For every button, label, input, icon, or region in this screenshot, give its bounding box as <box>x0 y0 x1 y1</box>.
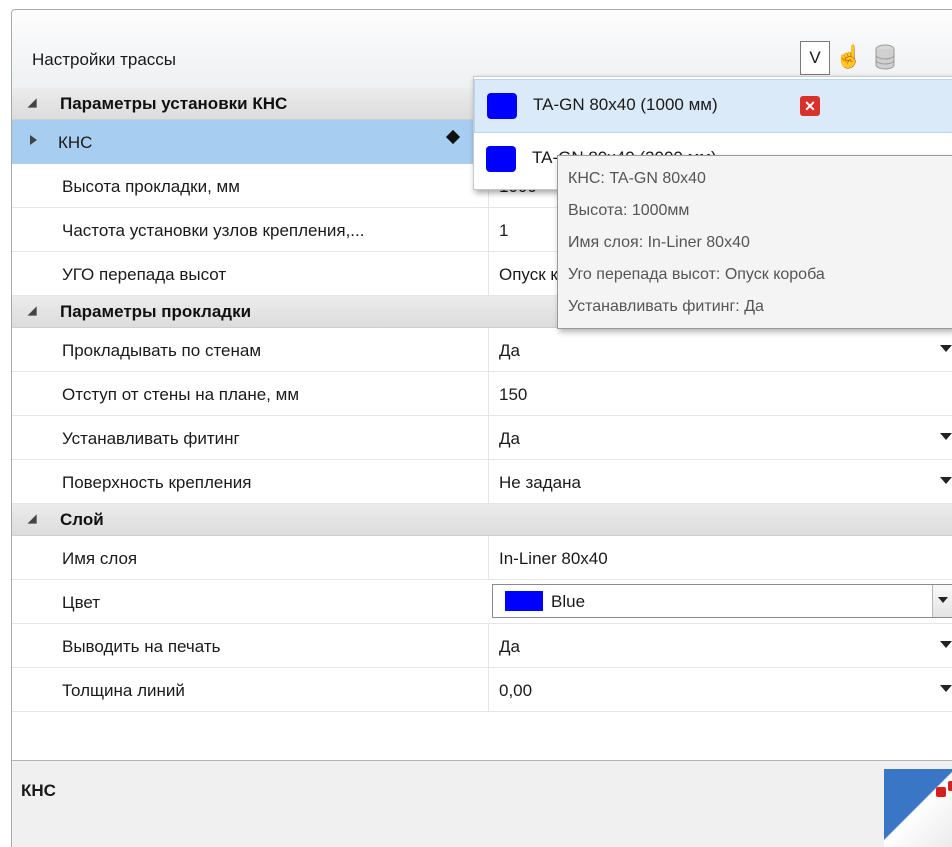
row-kns-name: КНС <box>58 133 93 152</box>
row-fitting-value[interactable]: Да <box>499 429 520 449</box>
row-print[interactable]: Выводить на печать Да <box>12 624 952 668</box>
row-offset-name: Отступ от стены на плане, мм <box>62 385 300 404</box>
color-swatch <box>486 146 516 172</box>
v-toggle-icon: V <box>809 48 821 67</box>
hand-pointer-icon: ☝ <box>835 44 863 69</box>
row-layer-name-value[interactable]: In-Liner 80x40 <box>499 549 608 569</box>
color-combobox-value: Blue <box>551 592 586 611</box>
row-along-walls[interactable]: Прокладывать по стенам Да <box>12 328 952 372</box>
row-frequency-value[interactable]: 1 <box>499 221 508 241</box>
row-surface-value[interactable]: Не задана <box>499 473 581 493</box>
tooltip-line: КНС: TA-GN 80x40 <box>568 170 706 187</box>
color-combobox[interactable]: Blue <box>492 584 952 618</box>
v-toggle-button[interactable]: V <box>800 41 830 75</box>
category-layer-label: Слой <box>60 510 104 529</box>
row-print-name: Выводить на печать <box>62 637 221 656</box>
panel-title: Настройки трассы <box>32 50 176 69</box>
row-line-weight-name: Толщина линий <box>62 681 185 700</box>
dropdown-arrow-icon[interactable] <box>940 477 952 484</box>
row-offset[interactable]: Отступ от стены на плане, мм 150 <box>12 372 952 416</box>
description-title: КНС <box>21 781 56 800</box>
collapse-triangle-icon[interactable]: ◢ <box>28 304 36 317</box>
row-layer-name[interactable]: Имя слоя In-Liner 80x40 <box>12 536 952 580</box>
database-button[interactable] <box>870 41 900 73</box>
kns-preview-icon <box>884 769 952 847</box>
row-along-walls-value[interactable]: Да <box>499 341 520 361</box>
dropdown-arrow-icon[interactable] <box>940 433 952 440</box>
delete-icon[interactable]: ✕ <box>800 96 820 116</box>
category-layer[interactable]: ◢ Слой <box>12 504 952 536</box>
row-line-weight[interactable]: Толщина линий 0,00 <box>12 668 952 712</box>
row-surface[interactable]: Поверхность крепления Не задана <box>12 460 952 504</box>
category-install-label: Параметры установки КНС <box>60 94 288 113</box>
tooltip-line: Имя слоя: In-Liner 80x40 <box>568 234 750 251</box>
database-icon <box>875 44 895 70</box>
tooltip-line: Уго перепада высот: Опуск короба <box>568 266 825 283</box>
dropdown-arrow-icon[interactable] <box>940 685 952 692</box>
row-line-weight-value[interactable]: 0,00 <box>499 681 532 701</box>
row-offset-value[interactable]: 150 <box>499 385 527 405</box>
row-along-walls-name: Прокладывать по стенам <box>62 341 262 360</box>
tooltip-line: Высота: 1000мм <box>568 202 690 219</box>
collapse-triangle-icon[interactable]: ◢ <box>28 512 36 525</box>
kns-option-label: TA-GN 80x40 (1000 мм) <box>533 95 718 114</box>
description-pane: КНС <box>12 760 952 847</box>
kns-option[interactable]: TA-GN 80x40 (1000 мм) ✕ <box>474 79 952 133</box>
row-fitting[interactable]: Устанавливать фитинг Да <box>12 416 952 460</box>
collapse-triangle-icon[interactable]: ◢ <box>28 96 36 109</box>
category-routing-label: Параметры прокладки <box>60 302 252 321</box>
row-height-name: Высота прокладки, мм <box>62 177 240 196</box>
row-ugo-name: УГО перепада высот <box>62 265 227 284</box>
dropdown-arrow-icon[interactable] <box>940 641 952 648</box>
dropdown-arrow-icon[interactable] <box>940 345 952 352</box>
color-swatch <box>487 93 517 119</box>
chevron-down-icon[interactable] <box>932 585 952 617</box>
tooltip-line: Устанавливать фитинг: Да <box>568 298 764 315</box>
row-surface-name: Поверхность крепления <box>62 473 252 492</box>
pick-button[interactable]: ☝ <box>834 41 864 73</box>
row-frequency-name: Частота установки узлов крепления,... <box>62 221 365 240</box>
row-color[interactable]: Цвет Blue <box>12 580 952 624</box>
expand-arrow-icon[interactable] <box>30 135 37 145</box>
row-print-value[interactable]: Да <box>499 637 520 657</box>
color-swatch <box>505 591 543 611</box>
row-color-name: Цвет <box>62 593 101 612</box>
row-fitting-name: Устанавливать фитинг <box>62 429 240 448</box>
kns-tooltip: КНС: TA-GN 80x40 Высота: 1000мм Имя слоя… <box>557 155 952 329</box>
row-layer-name-name: Имя слоя <box>62 549 138 568</box>
